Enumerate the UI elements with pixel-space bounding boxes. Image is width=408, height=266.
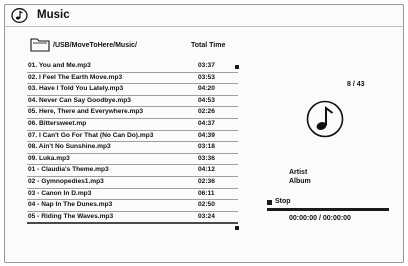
title-bar: Music	[5, 5, 403, 27]
scroll-bottom-marker[interactable]	[235, 226, 239, 230]
music-note-circle-icon	[11, 8, 28, 28]
track-row[interactable]: 01. You and Me.mp3 03:37	[27, 61, 238, 73]
album-label: Album	[289, 178, 311, 185]
stop-icon	[267, 200, 272, 205]
track-row[interactable]: 08. Ain't No Sunshine.mp3 03:18	[27, 142, 238, 154]
track-row[interactable]: 02. I Feel The Earth Move.mp3 03:53	[27, 73, 238, 85]
track-time: 04:53	[198, 96, 215, 104]
track-name: 09. Luka.mp3	[28, 154, 70, 162]
playback-status: Stop	[275, 198, 291, 205]
track-name: 06. Bittersweet.mp	[28, 119, 87, 127]
track-time: 02:26	[198, 108, 215, 116]
music-player-window: Music /USB/MoveToHere/Music/ Total Time …	[4, 4, 404, 263]
track-row[interactable]: 05 - Riding The Waves.mp3 03:24	[27, 212, 238, 225]
track-time: 04:12	[198, 166, 215, 174]
artist-label: Artist	[289, 169, 308, 176]
progress-bar[interactable]	[267, 208, 389, 211]
track-time: 04:39	[198, 131, 215, 139]
track-row[interactable]: 03 - Canon In D.mp3 06:11	[27, 189, 238, 201]
track-name: 07. I Can't Go For That (No Can Do).mp3	[28, 131, 154, 139]
folder-path: /USB/MoveToHere/Music/	[53, 42, 137, 49]
track-row[interactable]: 04. Never Can Say Goodbye.mp3 04:53	[27, 96, 238, 108]
track-time: 03:53	[198, 73, 215, 81]
track-name: 05 - Riding The Waves.mp3	[28, 212, 114, 220]
music-note-icon	[306, 100, 344, 143]
track-name: 04 - Nap In The Dunes.mp3	[28, 201, 113, 209]
track-row[interactable]: 01 - Claudia's Theme.mp3 04:12	[27, 165, 238, 177]
track-name: 03 - Canon In D.mp3	[28, 189, 92, 197]
track-name: 02 - Gymnopedies1.mp3	[28, 177, 104, 185]
track-time: 03:18	[198, 143, 215, 151]
track-time: 03:24	[198, 212, 215, 220]
total-time-header: Total Time	[191, 42, 226, 49]
track-time: 02:36	[198, 177, 215, 185]
track-name: 05. Here, There and Everywhere.mp3	[28, 108, 144, 116]
track-row[interactable]: 09. Luka.mp3 03:36	[27, 154, 238, 166]
scroll-top-marker[interactable]	[235, 65, 239, 69]
track-counter: 8 / 43	[347, 81, 365, 88]
track-name: 01 - Claudia's Theme.mp3	[28, 166, 109, 174]
track-name: 04. Never Can Say Goodbye.mp3	[28, 96, 131, 104]
track-row[interactable]: 03. Have I Told You Lately.mp3 04:20	[27, 84, 238, 96]
track-time: 03:37	[198, 62, 215, 69]
playback-time: 00:00:00 / 00:00:00	[289, 215, 351, 222]
track-row[interactable]: 06. Bittersweet.mp 04:37	[27, 119, 238, 131]
track-name: 08. Ain't No Sunshine.mp3	[28, 143, 111, 151]
track-time: 04:20	[198, 85, 215, 93]
track-name: 02. I Feel The Earth Move.mp3	[28, 73, 123, 81]
folder-icon	[30, 36, 50, 57]
track-row[interactable]: 07. I Can't Go For That (No Can Do).mp3 0…	[27, 131, 238, 143]
track-time: 02:50	[198, 201, 215, 209]
track-name: 03. Have I Told You Lately.mp3	[28, 85, 124, 93]
track-row[interactable]: 02 - Gymnopedies1.mp3 02:36	[27, 177, 238, 189]
track-time: 06:11	[198, 189, 215, 197]
track-list: 01. You and Me.mp3 03:37 02. I Feel The Ea…	[27, 61, 238, 225]
track-time: 03:36	[198, 154, 215, 162]
track-row[interactable]: 05. Here, There and Everywhere.mp3 02:26	[27, 107, 238, 119]
track-name: 01. You and Me.mp3	[28, 62, 91, 69]
track-time: 04:37	[198, 119, 215, 127]
page-title: Music	[37, 9, 70, 21]
track-row[interactable]: 04 - Nap In The Dunes.mp3 02:50	[27, 200, 238, 212]
